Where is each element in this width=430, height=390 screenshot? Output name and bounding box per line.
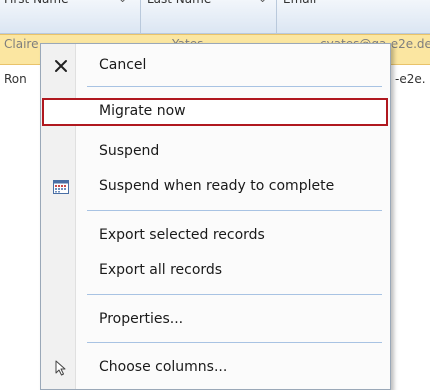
close-icon <box>51 56 71 76</box>
calendar-icon <box>51 177 71 197</box>
menu-item-export-selected[interactable]: Export selected records <box>42 222 388 250</box>
menu-item-label: Migrate now <box>99 103 186 119</box>
menu-icon-gutter <box>41 44 76 389</box>
menu-item-label: Choose columns... <box>99 359 228 375</box>
pointer-icon <box>51 358 71 378</box>
menu-separator <box>87 210 382 211</box>
column-divider[interactable] <box>276 0 277 33</box>
menu-item-suspend-when-ready[interactable]: Suspend when ready to complete <box>42 173 388 201</box>
menu-item-label: Export all records <box>99 262 223 278</box>
cell-email: -e2e. <box>395 72 426 86</box>
column-divider[interactable] <box>140 0 141 33</box>
menu-item-cancel[interactable]: Cancel <box>42 52 388 80</box>
menu-separator <box>87 86 382 87</box>
menu-separator <box>87 294 382 295</box>
menu-item-label: Properties... <box>99 311 184 327</box>
menu-item-suspend[interactable]: Suspend <box>42 138 388 166</box>
menu-item-label: Suspend when ready to complete <box>99 178 335 194</box>
cell-first-name: Ron <box>4 72 27 86</box>
menu-item-label: Suspend <box>99 143 160 159</box>
context-menu: Cancel Migrate now Suspend Suspend when … <box>40 43 391 390</box>
menu-separator <box>87 342 382 343</box>
column-header-last-name[interactable]: Last Name <box>147 0 211 16</box>
menu-item-label: Export selected records <box>99 227 265 243</box>
sort-icon: ⌄ <box>258 0 267 5</box>
column-header-first-name[interactable]: First Name <box>4 0 68 16</box>
menu-item-migrate-now[interactable]: Migrate now <box>42 98 388 126</box>
menu-item-choose-columns[interactable]: Choose columns... <box>42 354 388 382</box>
grid-header: First Name ⌄ Last Name ⌄ Email <box>0 0 430 34</box>
sort-icon: ⌄ <box>118 0 127 5</box>
cell-first-name: Claire <box>4 37 39 51</box>
menu-item-label: Cancel <box>99 57 147 73</box>
column-header-email[interactable]: Email <box>283 0 316 16</box>
menu-item-properties[interactable]: Properties... <box>42 306 388 334</box>
menu-item-export-all[interactable]: Export all records <box>42 257 388 285</box>
